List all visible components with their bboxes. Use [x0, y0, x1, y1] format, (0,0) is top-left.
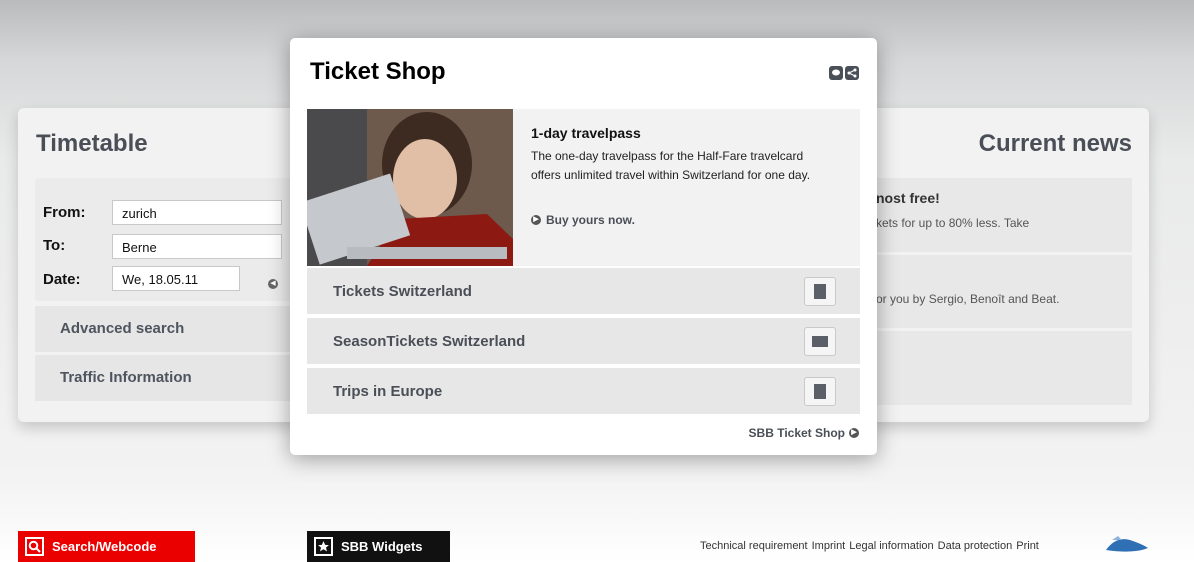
ticket-shop-panel: Ticket Shop 1-day travelpass The one-day… [290, 38, 877, 455]
news-item-text: or you by Sergio, Benoît and Beat. [876, 292, 1060, 306]
shop-row-label: SeasonTickets Switzerland [333, 333, 526, 350]
travelpass-feature: 1-day travelpass The one-day travelpass … [307, 109, 860, 266]
footer-link-technical[interactable]: Technical requirement [700, 540, 808, 552]
arrow-right-icon: ▶ [531, 215, 541, 225]
ticket-icon [804, 377, 836, 406]
search-icon [25, 537, 44, 556]
search-webcode-button[interactable]: Search/Webcode [18, 531, 195, 562]
railteam-logo[interactable] [1104, 534, 1149, 554]
sbb-ticket-shop-link[interactable]: SBB Ticket Shop ▶ [749, 426, 859, 440]
date-label: Date: [43, 271, 81, 288]
traffic-information-link[interactable]: Traffic Information [35, 355, 300, 401]
star-icon [314, 537, 333, 556]
feature-description: The one-day travelpass for the Half-Fare… [531, 149, 811, 182]
to-input[interactable]: Berne [112, 234, 282, 259]
footer-link-data-protection[interactable]: Data protection [938, 540, 1013, 552]
shop-row-tickets-switzerland[interactable]: Tickets Switzerland [307, 268, 860, 314]
feature-heading: 1-day travelpass [531, 125, 641, 141]
ticket-shop-title: Ticket Shop [310, 58, 446, 85]
sbb-widgets-button[interactable]: SBB Widgets [307, 531, 450, 562]
footer-links: Technical requirement Imprint Legal info… [700, 540, 1039, 552]
buy-now-link[interactable]: ▶ Buy yours now. [531, 213, 635, 227]
advanced-search-link[interactable]: Advanced search [35, 306, 300, 352]
shop-row-trips-europe[interactable]: Trips in Europe [307, 368, 860, 414]
buy-now-label: Buy yours now. [546, 213, 635, 227]
shop-header-icons [829, 66, 859, 80]
comment-icon[interactable] [829, 66, 843, 80]
share-icon[interactable] [845, 66, 859, 80]
news-item-text: kets for up to 80% less. Take [876, 216, 1030, 230]
shop-row-label: Tickets Switzerland [333, 283, 472, 300]
from-input[interactable]: zurich [112, 200, 282, 225]
news-item-heading: nost free! [876, 190, 940, 206]
woman-laptop-photo [307, 109, 513, 266]
news-item[interactable]: or you by Sergio, Benoît and Beat. [870, 255, 1132, 328]
footer-link-imprint[interactable]: Imprint [812, 540, 846, 552]
date-input[interactable]: We, 18.05.11 [112, 266, 240, 291]
news-title: Current news [978, 130, 1132, 157]
to-label: To: [43, 237, 66, 254]
ticket-icon [804, 277, 836, 306]
shop-row-label: Trips in Europe [333, 383, 443, 400]
footer-link-print[interactable]: Print [1016, 540, 1039, 552]
timetable-panel: Timetable From: zurich To: Berne Date: W… [18, 108, 300, 422]
shop-row-season-tickets[interactable]: SeasonTickets Switzerland [307, 318, 860, 364]
sbb-ticket-shop-label: SBB Ticket Shop [748, 426, 845, 440]
news-panel: Current news nost free! kets for up to 8… [870, 108, 1149, 422]
from-label: From: [43, 204, 86, 221]
news-item[interactable]: nost free! kets for up to 80% less. Take [870, 178, 1132, 252]
date-prev-icon[interactable]: ◀ [268, 274, 278, 289]
footer-link-legal[interactable]: Legal information [849, 540, 933, 552]
season-ticket-icon [804, 327, 836, 356]
news-item [870, 331, 1132, 405]
timetable-title: Timetable [36, 130, 148, 157]
sbb-widgets-label: SBB Widgets [341, 539, 423, 554]
arrow-right-icon: ▶ [849, 428, 859, 438]
search-webcode-label: Search/Webcode [52, 539, 157, 554]
